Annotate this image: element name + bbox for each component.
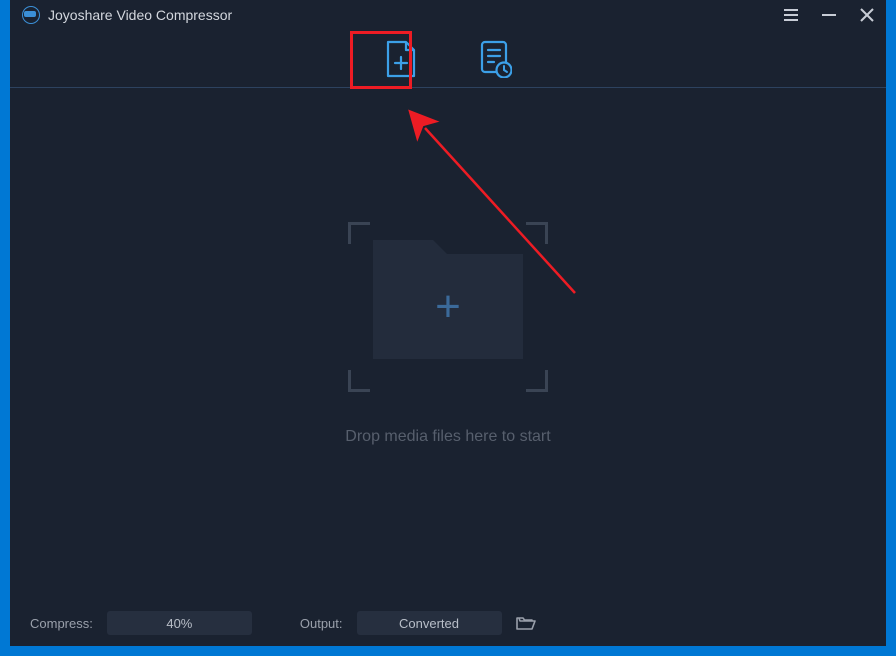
- drop-zone[interactable]: + Drop media files here to start: [345, 222, 550, 446]
- titlebar: Joyoshare Video Compressor: [10, 0, 886, 30]
- folder-icon: +: [373, 254, 523, 359]
- close-icon: [860, 8, 874, 22]
- minimize-button[interactable]: [822, 14, 836, 16]
- close-button[interactable]: [860, 8, 874, 22]
- tab-add-file[interactable]: [384, 40, 418, 78]
- window-controls: [784, 8, 874, 22]
- open-output-folder-button[interactable]: [516, 615, 536, 631]
- drop-hint-text: Drop media files here to start: [345, 428, 550, 446]
- add-file-icon: [384, 40, 418, 78]
- menu-icon: [784, 9, 798, 21]
- compress-label: Compress:: [30, 616, 93, 631]
- compress-value-button[interactable]: 40%: [107, 611, 252, 635]
- minimize-icon: [822, 14, 836, 16]
- drop-graphic: +: [348, 222, 548, 392]
- footer-bar: Compress: 40% Output: Converted: [10, 600, 886, 646]
- open-folder-icon: [516, 615, 536, 631]
- main-content: + Drop media files here to start: [10, 88, 886, 600]
- tab-history[interactable]: [478, 40, 512, 78]
- menu-button[interactable]: [784, 9, 798, 21]
- mode-tabs: [10, 30, 886, 88]
- output-value-button[interactable]: Converted: [357, 611, 502, 635]
- corner-marker: [526, 222, 548, 244]
- compress-value: 40%: [166, 616, 192, 631]
- corner-marker: [526, 370, 548, 392]
- plus-icon: +: [435, 285, 461, 329]
- output-value: Converted: [399, 616, 459, 631]
- history-file-icon: [478, 40, 512, 78]
- output-label: Output:: [300, 616, 343, 631]
- app-title: Joyoshare Video Compressor: [48, 7, 232, 23]
- app-window: Joyoshare Video Compressor: [10, 0, 886, 646]
- corner-marker: [348, 222, 370, 244]
- corner-marker: [348, 370, 370, 392]
- app-logo-icon: [22, 6, 40, 24]
